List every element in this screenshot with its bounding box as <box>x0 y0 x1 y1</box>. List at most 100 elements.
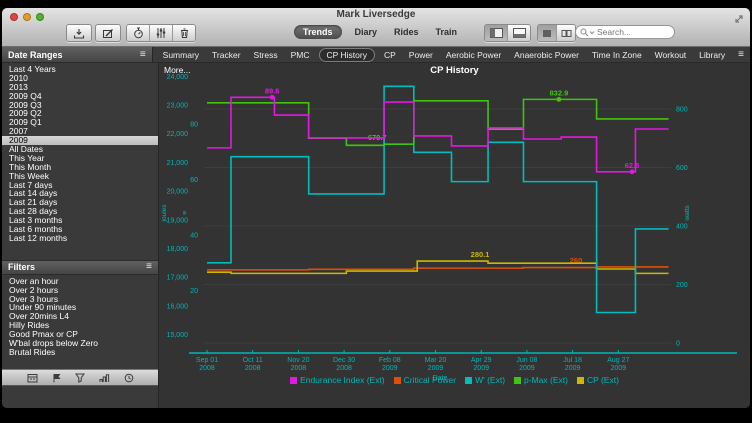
filter-item[interactable]: Over 3 hours <box>2 295 158 304</box>
tab-stress[interactable]: Stress <box>254 50 278 60</box>
titlebar: Mark Liversedge TrendsD <box>2 8 750 47</box>
search-field[interactable] <box>575 25 675 39</box>
stopwatch-icon <box>133 27 144 39</box>
chart-icon[interactable] <box>99 373 110 383</box>
svg-text:16,000: 16,000 <box>167 303 189 310</box>
traffic-lights <box>10 13 44 21</box>
import-button[interactable] <box>66 24 92 42</box>
date-range-list: Last 4 Years201020132009 Q42009 Q32009 Q… <box>2 63 158 243</box>
tab-cp[interactable]: CP <box>384 50 396 60</box>
view-tiled-button[interactable] <box>557 25 575 41</box>
calendar-icon[interactable] <box>27 373 38 383</box>
scope-tab-diary[interactable]: Diary <box>351 25 382 39</box>
chart-legend: Endurance Index (Ext)Critical PowerW' (E… <box>159 375 750 385</box>
scope-tab-train[interactable]: Train <box>432 25 462 39</box>
tools-button[interactable] <box>150 25 173 41</box>
tab-library[interactable]: Library <box>699 50 725 60</box>
filter-item[interactable]: Over 20mins L4 <box>2 312 158 321</box>
compose-button[interactable] <box>95 24 121 42</box>
filter-item[interactable]: Hilly Rides <box>2 321 158 330</box>
svg-text:200: 200 <box>676 282 688 289</box>
download-icon <box>73 28 85 39</box>
filters-title: Filters <box>8 262 35 272</box>
view-single-button[interactable] <box>538 25 557 41</box>
zoom-button[interactable] <box>36 13 44 21</box>
svg-text:Apr 292009: Apr 292009 <box>471 357 492 372</box>
filter-item[interactable]: Good Pmax or CP <box>2 330 158 339</box>
date-range-item[interactable]: 2007 <box>2 127 158 136</box>
legend-label: W' (Ext) <box>475 375 505 385</box>
tab-cp-history[interactable]: CP History <box>319 48 375 62</box>
delete-button[interactable] <box>173 25 195 41</box>
tab-pmc[interactable]: PMC <box>291 50 310 60</box>
search-input[interactable] <box>595 26 669 38</box>
layout-toggle-group <box>537 24 576 42</box>
date-range-item[interactable]: Last 7 days <box>2 181 158 190</box>
search-icon <box>580 28 589 37</box>
clock-icon[interactable] <box>124 373 134 383</box>
svg-text:15,000: 15,000 <box>167 332 189 339</box>
filters-menu-icon[interactable]: ≡ <box>146 262 152 272</box>
svg-text:20,000: 20,000 <box>167 189 189 196</box>
tiled-panes-icon <box>561 29 572 38</box>
minimize-button[interactable] <box>23 13 31 21</box>
legend-item: Critical Power <box>394 375 456 385</box>
tab-aerobic-power[interactable]: Aerobic Power <box>446 50 501 60</box>
filter-item[interactable]: W'bal drops below Zero <box>2 339 158 348</box>
svg-text:62.8: 62.8 <box>625 161 640 170</box>
legend-label: p-Max (Ext) <box>524 375 568 385</box>
svg-text:18,000: 18,000 <box>167 246 189 253</box>
tab-summary[interactable]: Summary <box>163 50 199 60</box>
scope-tab-trends[interactable]: Trends <box>294 25 342 39</box>
bookmark-icon[interactable] <box>52 373 61 383</box>
toggle-bottombar-button[interactable] <box>508 25 530 41</box>
date-range-item[interactable]: Last 21 days <box>2 198 158 207</box>
chart-title: CP History <box>159 65 750 76</box>
tab-tracker[interactable]: Tracker <box>212 50 241 60</box>
svg-text:watts: watts <box>684 205 691 222</box>
date-ranges-menu-icon[interactable]: ≡ <box>140 50 146 60</box>
svg-text:≡: ≡ <box>182 211 189 215</box>
app-window: Mark Liversedge TrendsD <box>2 8 750 408</box>
close-button[interactable] <box>10 13 18 21</box>
tab-anaerobic-power[interactable]: Anaerobic Power <box>514 50 579 60</box>
date-range-item[interactable]: Last 28 days <box>2 207 158 216</box>
date-range-item[interactable]: All Dates <box>2 145 158 154</box>
tab-workout[interactable]: Workout <box>655 50 687 60</box>
svg-text:89.6: 89.6 <box>265 86 280 95</box>
date-range-item[interactable]: 2010 <box>2 74 158 83</box>
date-range-item[interactable]: 2009 Q1 <box>2 118 158 127</box>
sliders-icon <box>155 27 167 39</box>
trash-icon <box>179 27 190 39</box>
timer-button[interactable] <box>127 25 150 41</box>
toggle-sidebar-button[interactable] <box>485 25 508 41</box>
svg-text:832.9: 832.9 <box>549 88 568 97</box>
scope-tab-rides[interactable]: Rides <box>390 25 423 39</box>
date-range-item[interactable]: Last 6 months <box>2 225 158 234</box>
tab-power[interactable]: Power <box>409 50 433 60</box>
date-range-item[interactable]: 2009 Q4 <box>2 92 158 101</box>
date-range-item[interactable]: This Year <box>2 154 158 163</box>
date-range-item[interactable]: 2009 Q3 <box>2 101 158 110</box>
filter-item[interactable]: Brutal Rides <box>2 348 158 357</box>
date-range-item[interactable]: Last 12 months <box>2 234 158 243</box>
svg-text:20: 20 <box>190 288 198 295</box>
date-range-item[interactable]: Last 14 days <box>2 189 158 198</box>
date-range-item[interactable]: 2013 <box>2 83 158 92</box>
filter-item[interactable]: Under 90 minutes <box>2 303 158 312</box>
filter-item[interactable]: Over 2 hours <box>2 286 158 295</box>
date-range-item[interactable]: This Month <box>2 163 158 172</box>
date-range-item[interactable]: 2009 Q2 <box>2 109 158 118</box>
chart-tabs: Summary Tracker Stress PMC CP History CP Power… <box>153 47 750 63</box>
cp-history-plot[interactable]: Sep 012008Oct 112008Nov 202008Dec 302008… <box>159 63 750 408</box>
date-range-item[interactable]: Last 4 Years <box>2 65 158 74</box>
legend-item: W' (Ext) <box>465 375 505 385</box>
filter-item[interactable]: Over an hour <box>2 277 158 286</box>
filter-icon[interactable] <box>75 373 85 383</box>
date-range-item[interactable]: Last 3 months <box>2 216 158 225</box>
legend-label: Critical Power <box>404 375 456 385</box>
date-range-item[interactable]: 2009 <box>2 136 158 145</box>
tabbar-menu-icon[interactable]: ≡ <box>738 50 750 60</box>
tab-time-in-zone[interactable]: Time In Zone <box>592 50 642 60</box>
date-range-item[interactable]: This Week <box>2 172 158 181</box>
